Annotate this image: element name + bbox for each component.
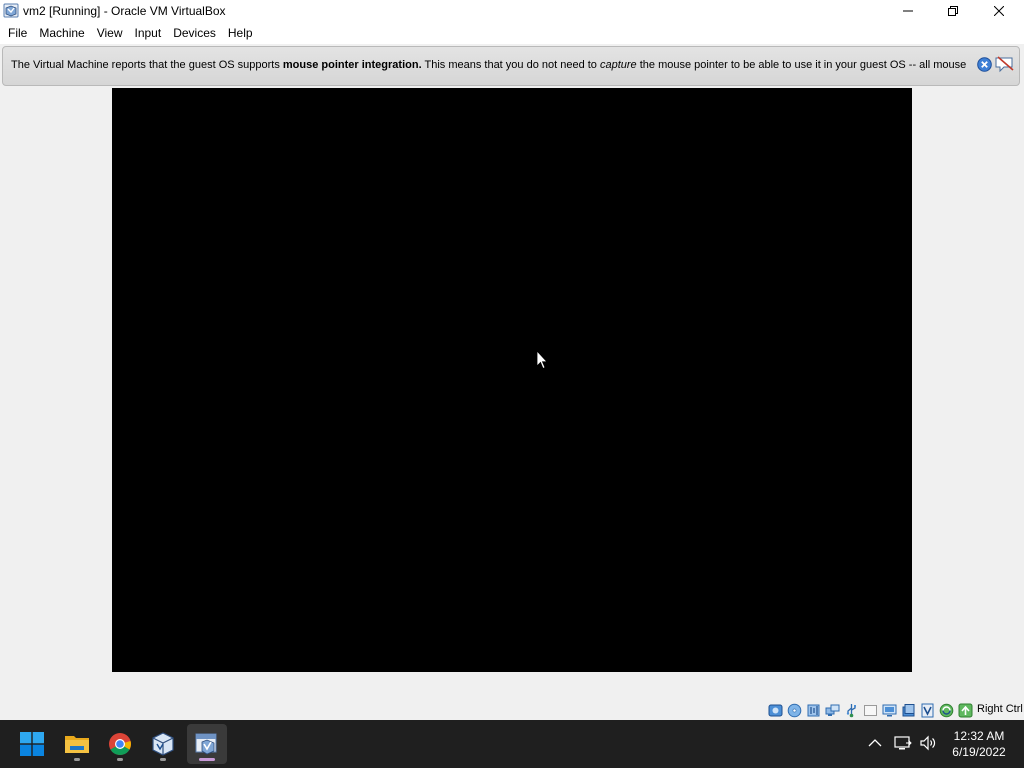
optical-drive-icon[interactable] — [786, 702, 803, 718]
running-indicator — [117, 758, 123, 761]
banner-message: The Virtual Machine reports that the gue… — [11, 59, 971, 71]
mouse-integration-icon[interactable] — [957, 702, 974, 718]
menu-file[interactable]: File — [2, 22, 33, 44]
status-bar: Right Ctrl — [0, 700, 1024, 720]
minimize-icon — [903, 10, 913, 12]
running-indicator — [74, 758, 80, 761]
start-button[interactable] — [12, 724, 52, 764]
clock-date: 6/19/2022 — [952, 745, 1006, 759]
guest-additions-icon[interactable] — [938, 702, 955, 718]
taskbar-virtualbox-manager[interactable] — [143, 724, 183, 764]
close-icon — [994, 6, 1004, 16]
taskbar-clock[interactable]: 12:32 AM 6/19/2022 — [946, 728, 1012, 760]
volume-icon[interactable] — [919, 734, 937, 752]
menu-help[interactable]: Help — [222, 22, 259, 44]
status-icons — [767, 702, 974, 718]
banner-text-part: This means that you do not need to — [421, 59, 600, 71]
taskbar-chrome[interactable] — [100, 724, 140, 764]
virtualbox-manager-icon — [152, 732, 174, 756]
banner-bold-text: mouse pointer integration. — [282, 59, 422, 71]
hard-disk-icon[interactable] — [767, 702, 784, 718]
shared-folders-icon[interactable] — [862, 702, 879, 718]
running-indicator — [160, 758, 166, 761]
window-title: vm2 [Running] - Oracle VM VirtualBox — [23, 4, 226, 18]
start-icon — [20, 732, 44, 756]
banner-text-part: the mouse pointer to be able to use it i… — [636, 59, 967, 71]
audio-icon[interactable] — [805, 702, 822, 718]
host-key-label[interactable]: Right Ctrl — [977, 703, 1023, 715]
do-not-show-again-icon[interactable] — [995, 56, 1015, 73]
title-bar: vm2 [Running] - Oracle VM VirtualBox — [0, 0, 1024, 22]
menu-devices[interactable]: Devices — [167, 22, 222, 44]
clock-time: 12:32 AM — [953, 729, 1005, 743]
display-icon[interactable] — [881, 702, 898, 718]
network-status-icon[interactable] — [894, 734, 912, 752]
banner-close-icon[interactable] — [977, 57, 992, 72]
mouse-pointer-icon — [536, 350, 548, 370]
minimize-button[interactable] — [885, 0, 931, 22]
menu-bar: File Machine View Input Devices Help — [0, 22, 1024, 44]
menu-machine[interactable]: Machine — [33, 22, 90, 44]
taskbar-file-explorer[interactable] — [57, 724, 97, 764]
recording-icon[interactable] — [900, 702, 917, 718]
network-icon[interactable] — [824, 702, 841, 718]
usb-icon[interactable] — [843, 702, 860, 718]
taskbar-virtualbox-vm[interactable] — [187, 724, 227, 764]
restore-button[interactable] — [930, 0, 976, 22]
file-explorer-icon — [65, 736, 89, 753]
restore-icon — [948, 6, 958, 16]
mouse-integration-banner: The Virtual Machine reports that the gue… — [2, 46, 1020, 86]
vm-display[interactable] — [112, 88, 912, 672]
menu-view[interactable]: View — [91, 22, 129, 44]
chrome-icon — [109, 733, 131, 755]
banner-italic-text: capture — [599, 59, 637, 71]
virtualbox-vm-icon — [195, 733, 217, 755]
banner-text-part: The Virtual Machine reports that the gue… — [11, 59, 283, 71]
active-indicator — [199, 758, 215, 761]
taskbar: 12:32 AM 6/19/2022 — [0, 720, 1024, 768]
menu-input[interactable]: Input — [129, 22, 168, 44]
virtualization-icon[interactable] — [919, 702, 936, 718]
virtualbox-app-icon[interactable] — [3, 2, 19, 19]
close-button[interactable] — [976, 0, 1022, 22]
show-hidden-icons-chevron-icon[interactable] — [868, 738, 882, 748]
